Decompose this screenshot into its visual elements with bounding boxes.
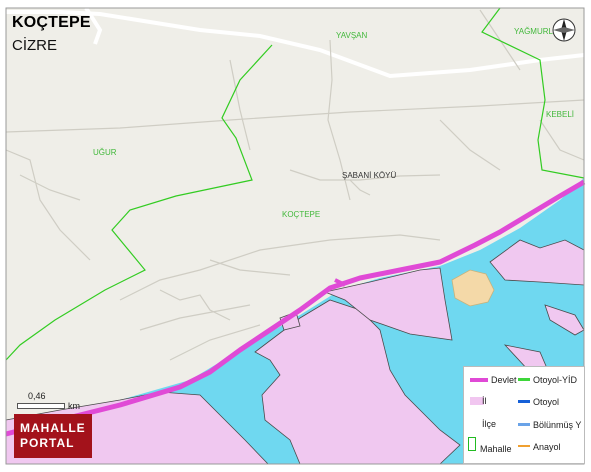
legend-label-mahalle: Mahalle	[480, 444, 512, 454]
map-label-kebeli: KEBELİ	[546, 110, 574, 119]
page-subtitle: CİZRE	[12, 37, 57, 54]
scale-bar: 0,46 km	[14, 391, 104, 413]
legend-label-devlet: Devlet	[491, 375, 517, 385]
map-legend: Devlet Otoyol-YİD İl Otoyol İlçe Bölünmü…	[463, 366, 585, 464]
legend-swatch-otoyol-yid	[518, 378, 530, 381]
legend-label-ilce: İlçe	[482, 419, 497, 429]
legend-swatch-mahalle	[468, 437, 476, 451]
map-label-ugur: UĞUR	[93, 148, 117, 157]
legend-label-anayol: Anayol	[533, 442, 561, 452]
map-label-sabani: ŞABANİ KÖYÜ	[342, 171, 396, 180]
map-label-koctepe: KOÇTEPE	[282, 210, 320, 219]
map-label-yagmurlu: YAĞMURLU	[514, 27, 559, 36]
legend-label-otoyol: Otoyol	[533, 397, 560, 407]
legend-swatch-otoyol	[518, 400, 530, 403]
legend-swatch-devlet	[470, 378, 488, 382]
scale-bar-graphic	[17, 403, 65, 409]
legend-label-bolunmus: Bölünmüş Y	[533, 420, 582, 430]
legend-label-otoyol-yid: Otoyol-YİD	[533, 375, 578, 385]
scale-unit: km	[68, 401, 80, 411]
logo-line2: PORTAL	[20, 436, 75, 450]
legend-swatch-bolunmus	[518, 423, 530, 426]
mahalle-portal-logo[interactable]: MAHALLE PORTAL	[14, 414, 92, 458]
logo-line1: MAHALLE	[20, 421, 86, 435]
compass-icon	[552, 18, 576, 42]
legend-label-il: İl	[482, 396, 487, 406]
scale-value: 0,46	[28, 391, 46, 401]
map-label-yavsan: YAVŞAN	[336, 31, 367, 40]
legend-swatch-anayol	[518, 445, 530, 447]
page-title: KOÇTEPE	[12, 14, 91, 31]
